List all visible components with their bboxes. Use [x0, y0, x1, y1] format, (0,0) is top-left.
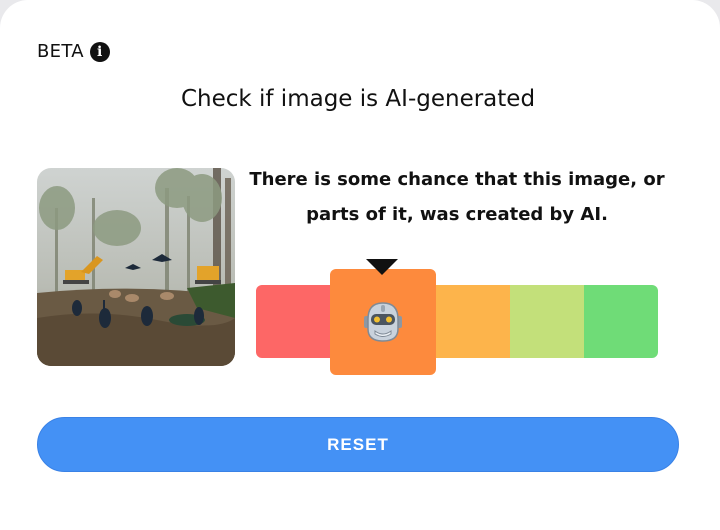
beta-badge: BETA i	[37, 41, 110, 62]
page-title: Check if image is AI-generated	[180, 86, 536, 112]
likelihood-scale	[256, 285, 658, 358]
reset-button[interactable]: RESET	[37, 417, 679, 472]
robot-icon	[364, 302, 402, 342]
detector-card: BETA i Check if image is AI-generated Th…	[0, 0, 720, 530]
scale-segment-5	[584, 285, 658, 358]
info-icon[interactable]: i	[89, 41, 110, 62]
scale-segment-4	[510, 285, 584, 358]
scale-segment-3	[434, 285, 510, 358]
beta-label: BETA	[37, 41, 84, 62]
scale-segment-1	[256, 285, 336, 358]
detection-result-message: There is some chance that this image, or…	[249, 169, 665, 225]
uploaded-image-thumbnail	[37, 168, 235, 366]
thumbnail-illustration	[37, 168, 235, 366]
scale-segment-2-selected	[330, 269, 436, 375]
scale-pointer-icon	[366, 259, 398, 275]
